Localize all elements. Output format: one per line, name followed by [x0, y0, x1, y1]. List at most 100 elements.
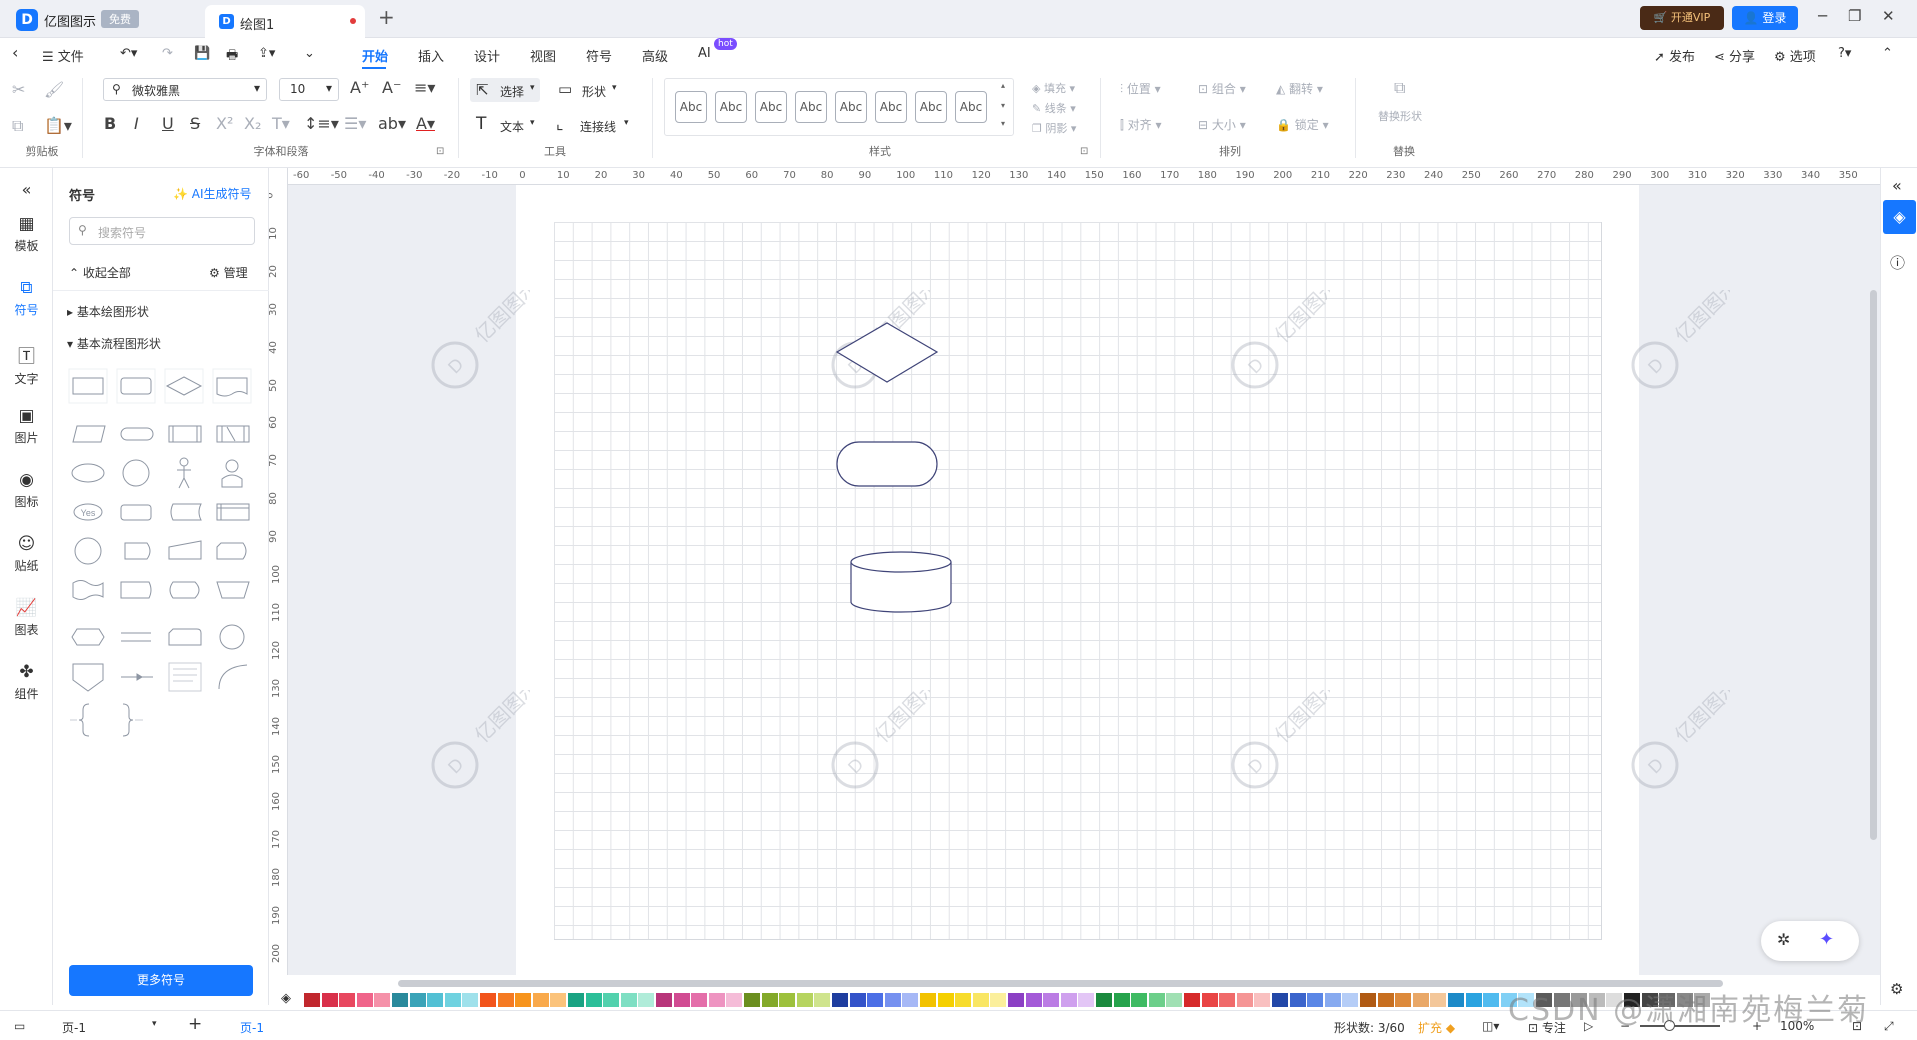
- color-swatch[interactable]: [1430, 993, 1447, 1007]
- format-painter-icon[interactable]: 🖌: [44, 80, 64, 99]
- color-swatch[interactable]: [497, 993, 514, 1007]
- tab-symbol[interactable]: 符号: [586, 46, 612, 65]
- color-swatch[interactable]: [1078, 993, 1095, 1007]
- color-swatch[interactable]: [304, 993, 320, 1007]
- color-swatch[interactable]: [1025, 993, 1042, 1007]
- color-swatch[interactable]: [779, 993, 796, 1007]
- style-sample[interactable]: Abc: [715, 91, 747, 123]
- tab-insert[interactable]: 插入: [418, 46, 444, 65]
- color-swatch[interactable]: [532, 993, 549, 1007]
- restore-icon[interactable]: ❐: [1848, 7, 1861, 25]
- data-shape[interactable]: [72, 425, 106, 443]
- color-swatch[interactable]: [832, 993, 848, 1007]
- collapse-all-button[interactable]: ⌃ 收起全部: [69, 264, 131, 281]
- terminator-shape[interactable]: [120, 427, 154, 441]
- rail-item-chart[interactable]: 📈 图表: [0, 598, 53, 638]
- alternate-process-shape[interactable]: [120, 581, 152, 599]
- rail-item-icon[interactable]: ◉ 图标: [0, 470, 53, 510]
- decision-node[interactable]: [835, 322, 939, 383]
- color-swatch[interactable]: [1201, 993, 1218, 1007]
- color-swatch[interactable]: [867, 993, 884, 1007]
- color-swatch[interactable]: [902, 993, 919, 1007]
- color-swatch[interactable]: [1096, 993, 1112, 1007]
- tab-view[interactable]: 视图: [530, 46, 556, 65]
- ai-generate-button[interactable]: ✨ AI生成符号: [173, 185, 252, 202]
- color-swatch[interactable]: [356, 993, 373, 1007]
- process-shape[interactable]: [68, 368, 108, 404]
- save-icon[interactable]: 💾: [194, 46, 210, 61]
- color-swatch[interactable]: [796, 993, 813, 1007]
- replace-shape-icon[interactable]: ⧉: [1394, 78, 1405, 98]
- style-panel-icon[interactable]: ◈: [1883, 200, 1916, 234]
- sum-circle-shape[interactable]: [219, 624, 245, 650]
- color-swatch[interactable]: [1043, 993, 1060, 1007]
- user-shape[interactable]: [221, 459, 243, 488]
- color-swatch[interactable]: [1395, 993, 1412, 1007]
- color-swatch[interactable]: [462, 993, 479, 1007]
- style-sample[interactable]: Abc: [835, 91, 867, 123]
- new-tab-button[interactable]: +: [378, 5, 395, 29]
- rail-item-text[interactable]: 🅃 文字: [0, 342, 53, 387]
- lock-button[interactable]: 🔒 锁定 ▾: [1276, 116, 1329, 133]
- terminator-node[interactable]: [836, 441, 938, 487]
- color-swatch[interactable]: [1148, 993, 1165, 1007]
- color-swatch[interactable]: [444, 993, 461, 1007]
- align-icon[interactable]: ≡▾: [414, 78, 435, 97]
- select-tool[interactable]: ⇱ 选择 ▾: [470, 78, 540, 102]
- quick-access-icon[interactable]: ⌄: [304, 46, 315, 61]
- text-tool[interactable]: T 文本 ▾: [474, 114, 544, 138]
- connector-circle-shape[interactable]: [74, 537, 102, 565]
- off-page-reference-shape[interactable]: [72, 663, 104, 692]
- circle-shape[interactable]: [122, 459, 150, 487]
- color-swatch[interactable]: [708, 993, 725, 1007]
- color-swatch[interactable]: [1272, 993, 1288, 1007]
- color-swatch[interactable]: [744, 993, 760, 1007]
- options-button[interactable]: ⚙ 选项: [1774, 46, 1816, 65]
- shape-tool[interactable]: ▭ 形状 ▾: [556, 78, 626, 102]
- color-swatch[interactable]: [603, 993, 620, 1007]
- punched-tape-shape[interactable]: [72, 580, 104, 600]
- color-swatch[interactable]: [1324, 993, 1341, 1007]
- arc-shape[interactable]: [218, 664, 248, 690]
- tab-advanced[interactable]: 高级: [642, 46, 668, 65]
- color-swatch[interactable]: [691, 993, 708, 1007]
- internal-storage-shape[interactable]: [216, 503, 250, 521]
- color-swatch[interactable]: [849, 993, 866, 1007]
- color-swatch[interactable]: [515, 993, 532, 1007]
- font-grow-icon[interactable]: A⁺: [350, 78, 369, 97]
- color-swatch[interactable]: [585, 993, 602, 1007]
- color-swatch[interactable]: [656, 993, 672, 1007]
- line-button[interactable]: ✎ 线条 ▾: [1032, 100, 1076, 116]
- color-swatch[interactable]: [1448, 993, 1464, 1007]
- color-swatch[interactable]: [409, 993, 426, 1007]
- print-icon[interactable]: 🖶: [226, 46, 238, 68]
- layers-icon[interactable]: ◫▾: [1482, 1019, 1499, 1033]
- bullet-list-icon[interactable]: ☰▾: [344, 114, 366, 133]
- symbol-search-input[interactable]: 搜索符号: [69, 217, 255, 245]
- color-swatch[interactable]: [1377, 993, 1394, 1007]
- share-button[interactable]: ⋖ 分享: [1714, 46, 1755, 65]
- color-swatch[interactable]: [427, 993, 444, 1007]
- color-swatch[interactable]: [321, 993, 338, 1007]
- tab-ai[interactable]: AI: [698, 46, 711, 61]
- fullscreen-icon[interactable]: ⤢: [1884, 1019, 1894, 1034]
- font-color-icon[interactable]: A▾: [416, 114, 435, 133]
- bold-icon[interactable]: B: [104, 114, 116, 133]
- manual-operation-shape[interactable]: [216, 581, 250, 599]
- color-swatch[interactable]: [1254, 993, 1271, 1007]
- style-sample[interactable]: Abc: [915, 91, 947, 123]
- collate-shape[interactable]: [216, 425, 250, 443]
- expand-link[interactable]: 扩充 ◆: [1418, 1019, 1455, 1036]
- replace-shape-button[interactable]: 替换形状: [1378, 108, 1422, 124]
- strikethrough-icon[interactable]: S: [190, 114, 200, 133]
- help-icon[interactable]: ?▾: [1838, 46, 1851, 61]
- dialog-launcher-icon[interactable]: ⊡: [436, 146, 444, 157]
- predefined-process-shape[interactable]: [168, 425, 202, 443]
- color-swatch[interactable]: [1342, 993, 1359, 1007]
- settings-icon[interactable]: ⚙: [1890, 980, 1903, 998]
- style-sample[interactable]: Abc: [795, 91, 827, 123]
- collapse-ribbon-icon[interactable]: ⌃: [1882, 46, 1893, 61]
- color-swatch[interactable]: [1166, 993, 1183, 1007]
- text-highlight-icon[interactable]: ab▾: [378, 114, 406, 133]
- paste-icon[interactable]: 📋▾: [44, 116, 72, 135]
